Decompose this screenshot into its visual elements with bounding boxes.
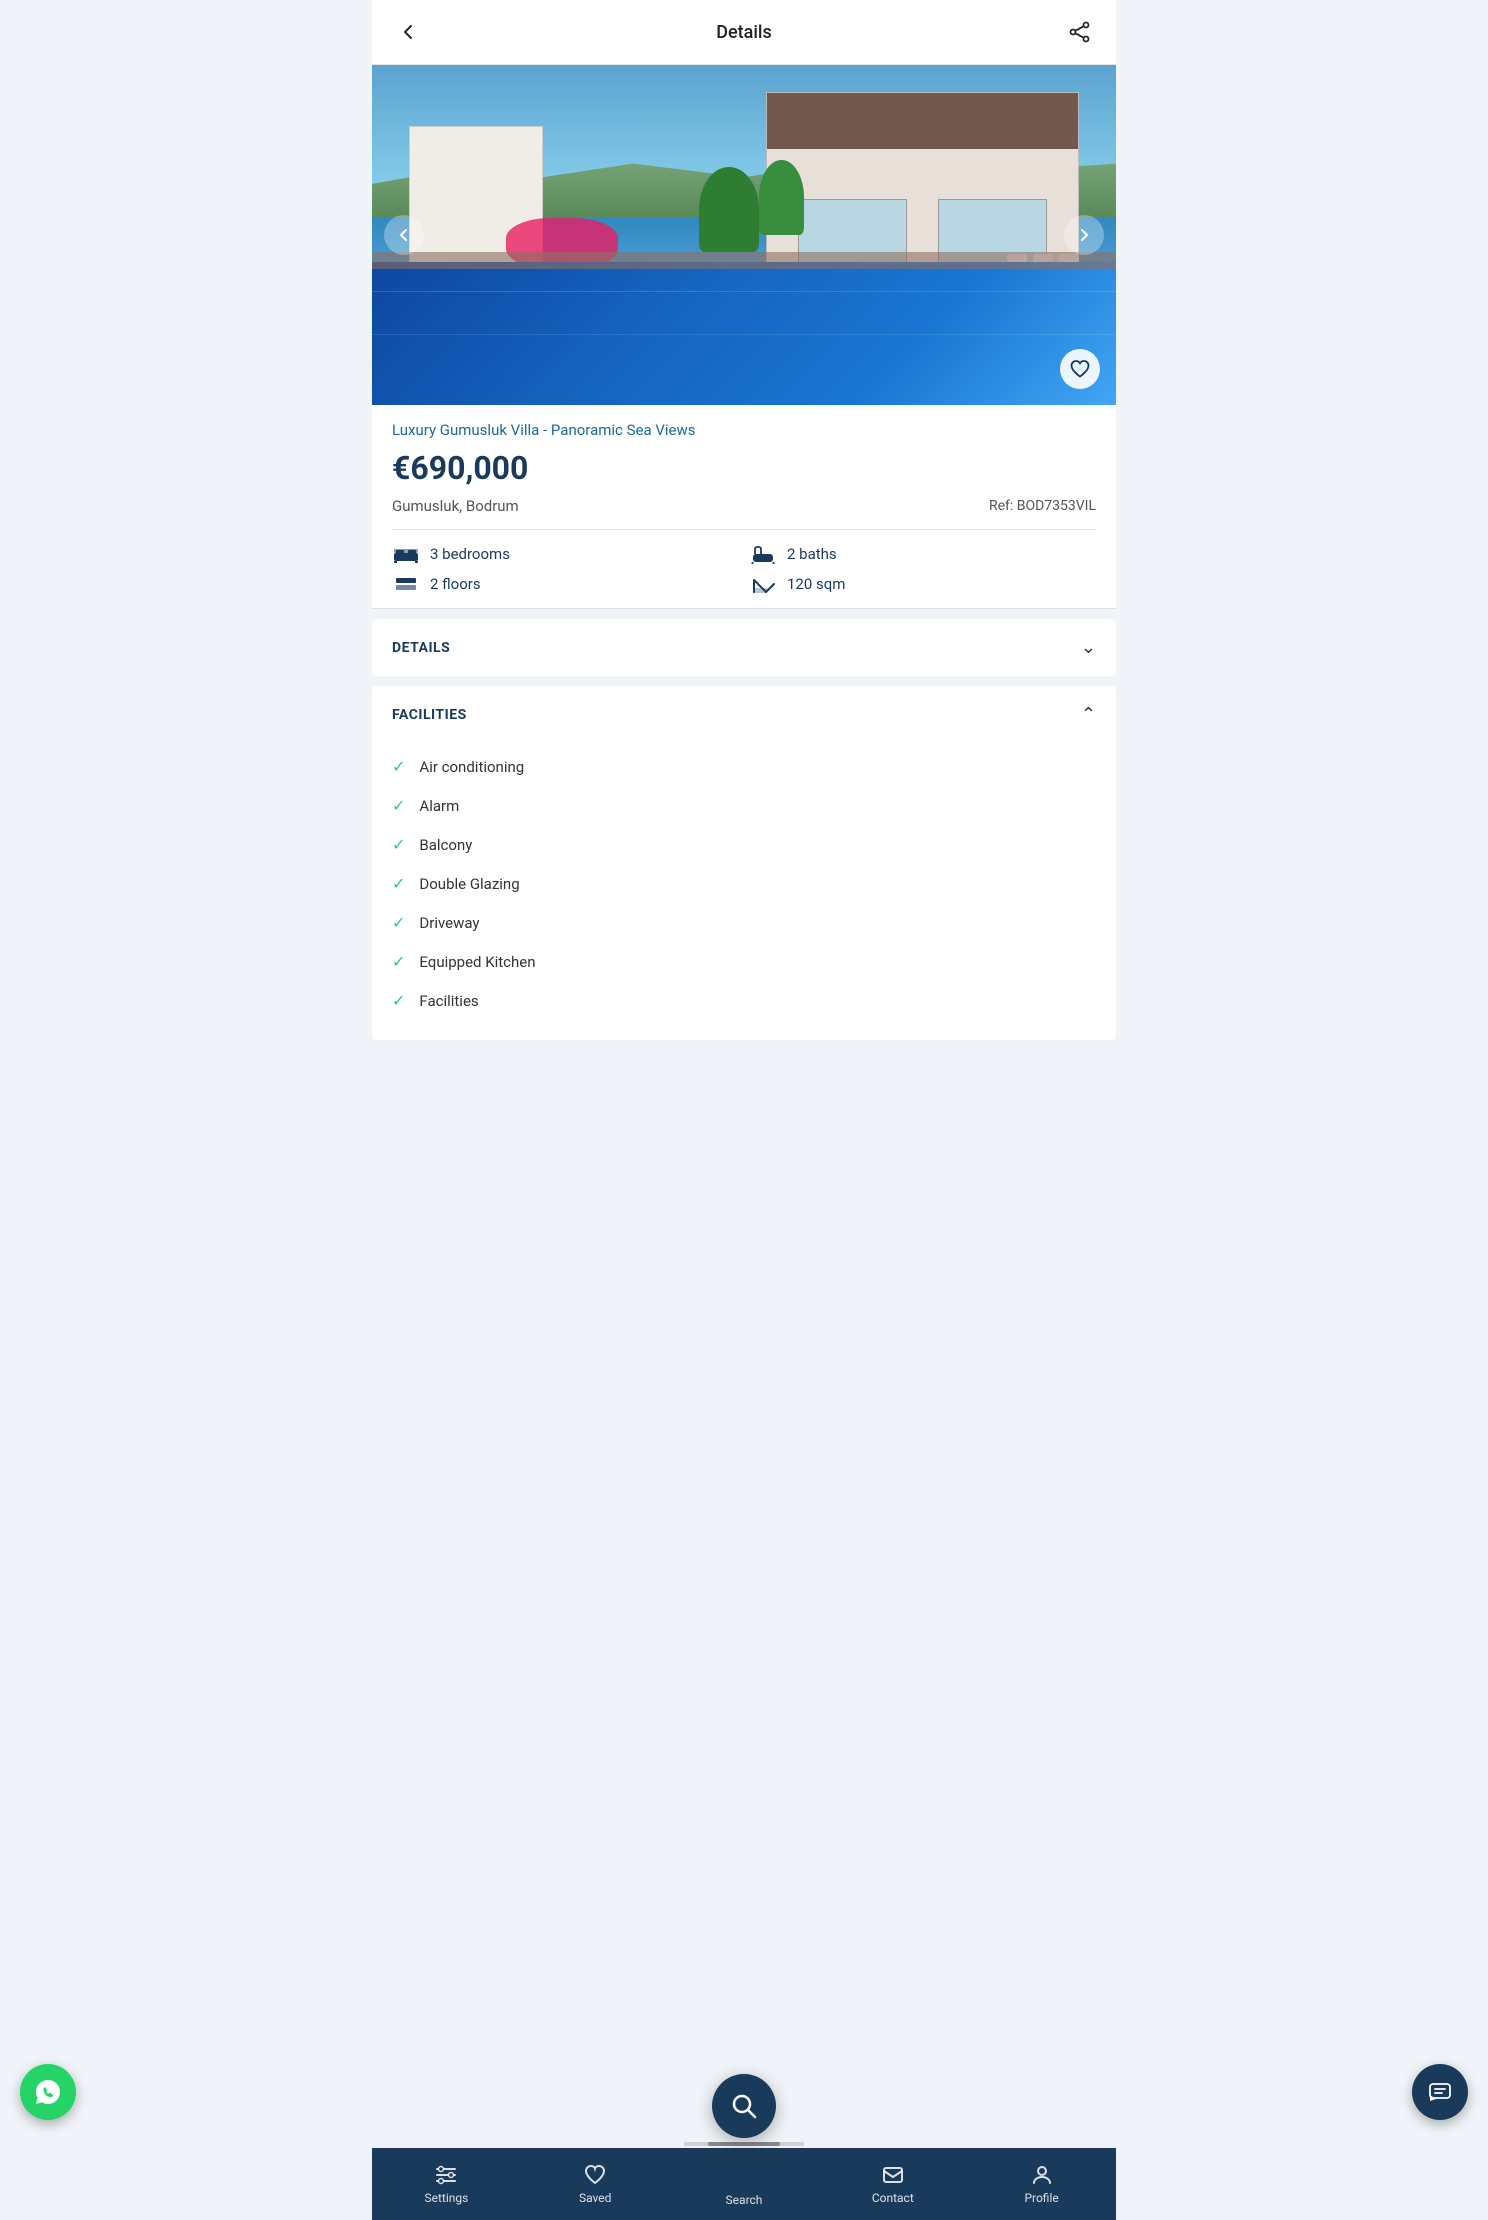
profile-icon [1030,2163,1054,2187]
bedrooms-feature: 3 bedrooms [392,544,739,564]
facilities-accordion: FACILITIES ⌃ ✓ Air conditioning ✓ Alarm … [372,686,1116,1040]
facilities-accordion-header[interactable]: FACILITIES ⌃ [372,686,1116,743]
sqm-icon [749,574,777,594]
property-price: €690,000 [392,449,1096,487]
page-title: Details [716,22,772,43]
details-accordion-title: DETAILS [392,640,450,656]
nav-settings-label: Settings [424,2191,468,2205]
floors-icon [392,574,420,594]
check-icon: ✓ [392,874,405,893]
list-item: ✓ Double Glazing [392,864,1096,903]
back-button[interactable] [392,16,424,48]
scroll-indicator-bar [708,2142,780,2146]
property-title[interactable]: Luxury Gumusluk Villa - Panoramic Sea Vi… [392,421,1096,439]
nav-saved-label: Saved [579,2191,611,2205]
nav-profile-label: Profile [1024,2191,1058,2205]
check-icon: ✓ [392,796,405,815]
carousel-next-button[interactable] [1064,215,1104,255]
facilities-list: ✓ Air conditioning ✓ Alarm ✓ Balcony ✓ D… [372,743,1116,1040]
facility-label: Balcony [419,836,472,854]
details-chevron-icon: ⌄ [1081,637,1096,658]
list-item: ✓ Air conditioning [392,747,1096,786]
facility-label: Air conditioning [419,758,524,776]
facility-label: Driveway [419,914,479,932]
floors-feature: 2 floors [392,574,739,594]
list-item: ✓ Balcony [392,825,1096,864]
list-item: ✓ Driveway [392,903,1096,942]
facility-label: Equipped Kitchen [419,953,535,971]
favorite-button[interactable] [1060,349,1100,389]
property-features-grid: 3 bedrooms 2 baths 2 floors [372,530,1116,609]
nav-item-settings[interactable]: Settings [372,2155,521,2213]
check-icon: ✓ [392,913,405,932]
details-accordion-header[interactable]: DETAILS ⌄ [372,619,1116,676]
bedrooms-label: 3 bedrooms [430,545,510,563]
facilities-accordion-title: FACILITIES [392,707,467,723]
sqm-label: 120 sqm [787,575,845,593]
property-location-row: Gumusluk, Bodrum Ref: BOD7353VIL [392,497,1096,530]
facility-label: Double Glazing [419,875,519,893]
contact-icon [881,2163,905,2187]
baths-feature: 2 baths [749,544,1096,564]
message-fab-button[interactable] [1412,2064,1468,2120]
nav-item-saved[interactable]: Saved [521,2155,670,2213]
bottom-navigation: Settings Saved Search Contact Profile [372,2148,1116,2220]
whatsapp-fab-button[interactable] [20,2064,76,2120]
nav-item-search[interactable]: Search [670,2153,819,2215]
property-location: Gumusluk, Bodrum [392,497,519,515]
facilities-chevron-icon: ⌃ [1081,704,1096,725]
header: Details [372,0,1116,65]
baths-label: 2 baths [787,545,837,563]
list-item: ✓ Facilities [392,981,1096,1020]
details-accordion: DETAILS ⌄ [372,619,1116,676]
hero-image-carousel [372,65,1116,405]
list-item: ✓ Alarm [392,786,1096,825]
scroll-indicator [684,2142,804,2146]
facility-label: Alarm [419,797,459,815]
search-fab-button[interactable] [712,2074,776,2138]
nav-contact-label: Contact [872,2191,914,2205]
bath-icon [749,544,777,564]
share-button[interactable] [1064,16,1096,48]
bed-icon [392,544,420,564]
nav-item-profile[interactable]: Profile [967,2155,1116,2213]
check-icon: ✓ [392,991,405,1010]
check-icon: ✓ [392,952,405,971]
list-item: ✓ Equipped Kitchen [392,942,1096,981]
facility-label: Facilities [419,992,478,1010]
sqm-feature: 120 sqm [749,574,1096,594]
floors-label: 2 floors [430,575,481,593]
heart-icon [583,2163,607,2187]
nav-search-label: Search [726,2193,763,2207]
property-info-section: Luxury Gumusluk Villa - Panoramic Sea Vi… [372,405,1116,530]
property-ref: Ref: BOD7353VIL [989,498,1096,514]
check-icon: ✓ [392,757,405,776]
settings-icon [434,2163,458,2187]
carousel-prev-button[interactable] [384,215,424,255]
nav-item-contact[interactable]: Contact [818,2155,967,2213]
check-icon: ✓ [392,835,405,854]
